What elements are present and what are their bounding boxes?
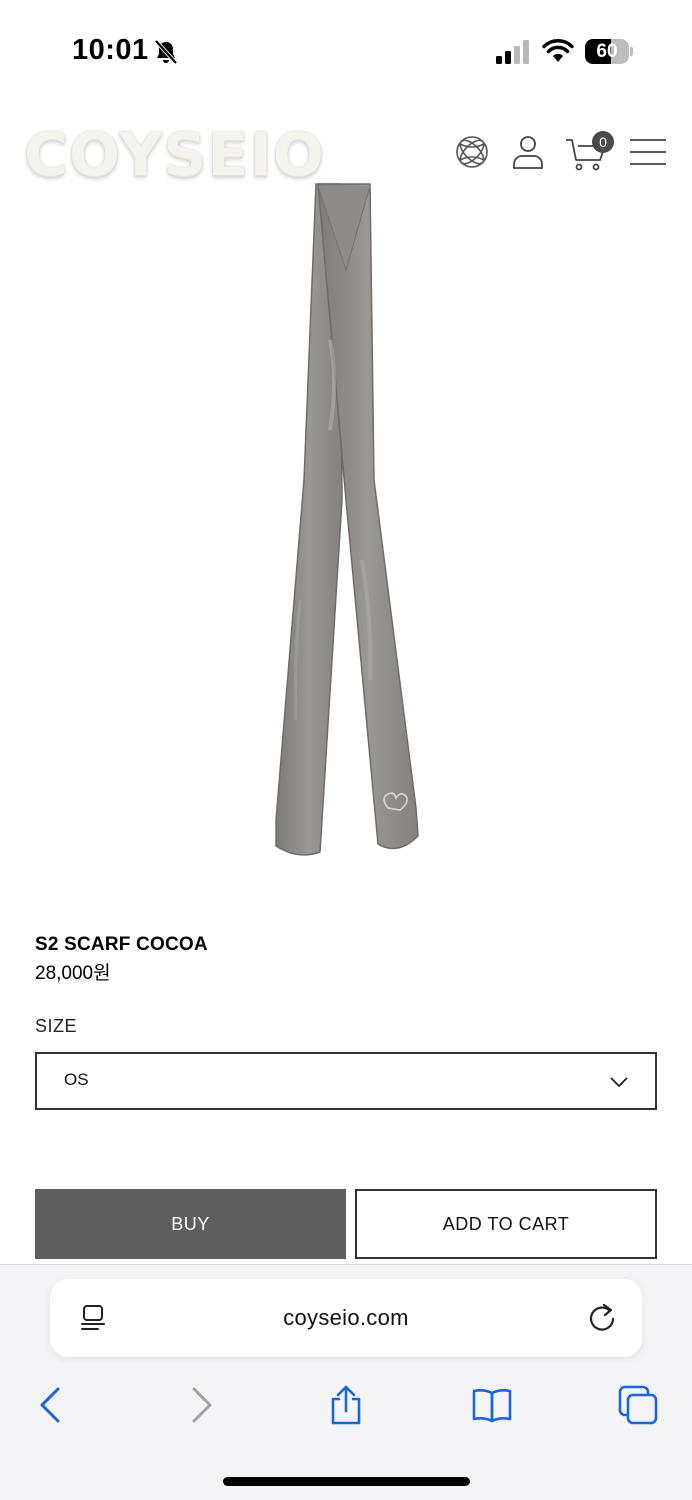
reload-icon[interactable] [586,1301,618,1333]
status-time: 10:01 [72,34,149,66]
size-label: SIZE [35,1016,78,1036]
globe-icon[interactable] [452,132,492,172]
size-select[interactable]: OS [35,1052,657,1110]
address-bar[interactable]: coyseio.com [50,1279,642,1357]
user-icon[interactable] [508,132,548,172]
url-text: coyseio.com [283,1305,409,1330]
product-name: S2 SCARF COCOA [35,934,208,955]
bookmarks-icon[interactable] [470,1383,514,1427]
bell-slash-icon [154,39,178,65]
cart-count-badge: 0 [592,131,614,153]
buy-button[interactable]: BUY [35,1189,346,1259]
size-selected-value: OS [64,1070,89,1089]
product-price: 28,000원 [35,963,111,984]
add-to-cart-button[interactable]: ADD TO CART [355,1189,657,1259]
battery-icon: 60 [585,39,633,64]
home-indicator [223,1477,470,1486]
chevron-down-icon [610,1077,628,1088]
forward-icon[interactable] [180,1383,224,1427]
wifi-icon [542,39,574,62]
battery-text: 60 [596,41,618,62]
back-icon[interactable] [30,1383,74,1427]
share-icon[interactable] [324,1383,368,1427]
signal-icon [496,40,529,64]
menu-icon[interactable] [628,132,668,172]
tabs-icon[interactable] [616,1383,660,1427]
product-image [275,183,419,856]
status-bar: 10:01 60 [0,0,692,100]
browser-toolbar: coyseio.com [0,1264,692,1500]
